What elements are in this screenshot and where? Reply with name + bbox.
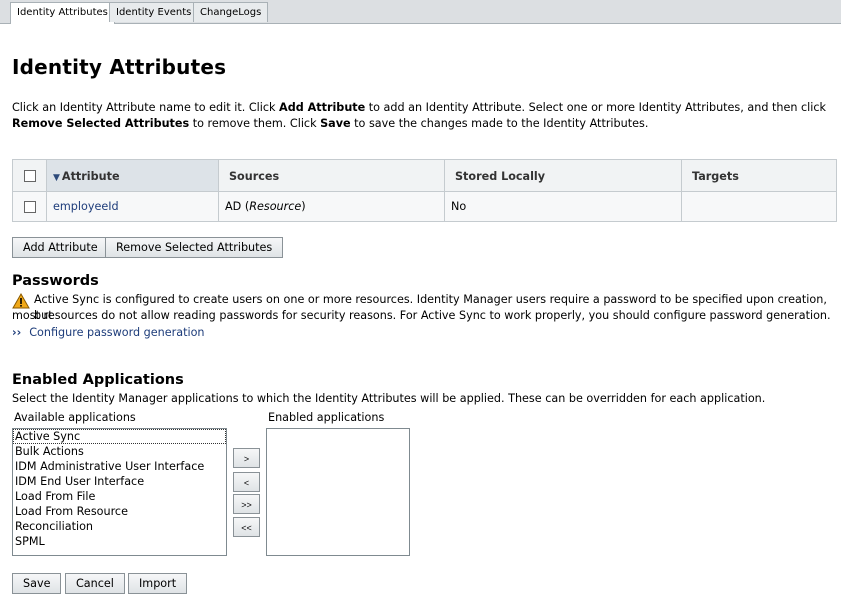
sources-cell: AD (Resource)	[218, 191, 445, 222]
attribute-cell: employeeId	[46, 191, 219, 222]
attribute-link[interactable]: employeeId	[53, 200, 119, 213]
save-button[interactable]: Save	[12, 573, 62, 594]
column-header-attribute[interactable]: ▼ Attribute	[46, 159, 219, 192]
warning-icon	[12, 293, 30, 309]
attributes-table: ▼ Attribute Sources Stored Locally Target…	[12, 159, 837, 222]
move-all-left-button[interactable]: <<	[233, 517, 260, 537]
tab-changelogs[interactable]: ChangeLogs	[193, 2, 269, 22]
row-select-cell	[12, 191, 47, 222]
select-all-cell	[12, 159, 47, 192]
enabled-applications-heading: Enabled Applications	[12, 372, 184, 388]
sort-desc-icon: ▼	[53, 173, 60, 183]
configure-password-link-row: ›› Configure password generation	[12, 325, 205, 341]
table-header-row: ▼ Attribute Sources Stored Locally Target…	[12, 159, 837, 192]
list-item[interactable]: Reconciliation	[13, 519, 226, 534]
available-applications-label: Available applications	[14, 411, 136, 424]
column-header-targets: Targets	[681, 159, 837, 192]
available-applications-list[interactable]: Active Sync Bulk Actions IDM Administrat…	[12, 428, 227, 556]
column-header-stored-locally: Stored Locally	[444, 159, 682, 192]
list-item[interactable]: Load From Resource	[13, 504, 226, 519]
list-item[interactable]: Load From File	[13, 489, 226, 504]
enabled-applications-list[interactable]	[266, 428, 410, 556]
move-left-button[interactable]: <	[233, 472, 260, 492]
passwords-heading: Passwords	[12, 273, 99, 289]
add-attribute-button[interactable]: Add Attribute	[12, 237, 109, 258]
enabled-applications-label: Enabled applications	[268, 411, 385, 424]
column-header-sources: Sources	[218, 159, 445, 192]
targets-cell	[681, 191, 837, 222]
table-row: employeeId AD (Resource) No	[12, 191, 837, 222]
list-item[interactable]: Active Sync	[13, 429, 226, 444]
move-right-button[interactable]: >	[233, 448, 260, 468]
enabled-applications-description: Select the Identity Manager applications…	[12, 392, 766, 405]
passwords-warning-line2: most resources do not allow reading pass…	[12, 309, 831, 322]
link-arrows-icon: ››	[12, 326, 22, 339]
tab-identity-attributes[interactable]: Identity Attributes	[10, 2, 115, 24]
list-item[interactable]: IDM End User Interface	[13, 474, 226, 489]
intro-text: Click an Identity Attribute name to edit…	[12, 101, 826, 130]
cancel-button[interactable]: Cancel	[65, 573, 125, 594]
select-all-checkbox[interactable]	[23, 170, 36, 182]
move-all-right-button[interactable]: >>	[233, 494, 260, 514]
row-checkbox[interactable]	[23, 201, 36, 213]
page-title: Identity Attributes	[12, 55, 227, 79]
tab-bar: Identity Attributes Identity Events Chan…	[0, 0, 841, 24]
list-item[interactable]: Bulk Actions	[13, 444, 226, 459]
configure-password-generation-link[interactable]: Configure password generation	[29, 326, 204, 339]
list-item[interactable]: SPML	[13, 534, 226, 549]
import-button[interactable]: Import	[128, 573, 188, 594]
remove-selected-attributes-button[interactable]: Remove Selected Attributes	[105, 237, 284, 258]
list-item[interactable]: IDM Administrative User Interface	[13, 459, 226, 474]
stored-locally-cell: No	[444, 191, 682, 222]
tab-identity-events[interactable]: Identity Events	[109, 2, 199, 22]
